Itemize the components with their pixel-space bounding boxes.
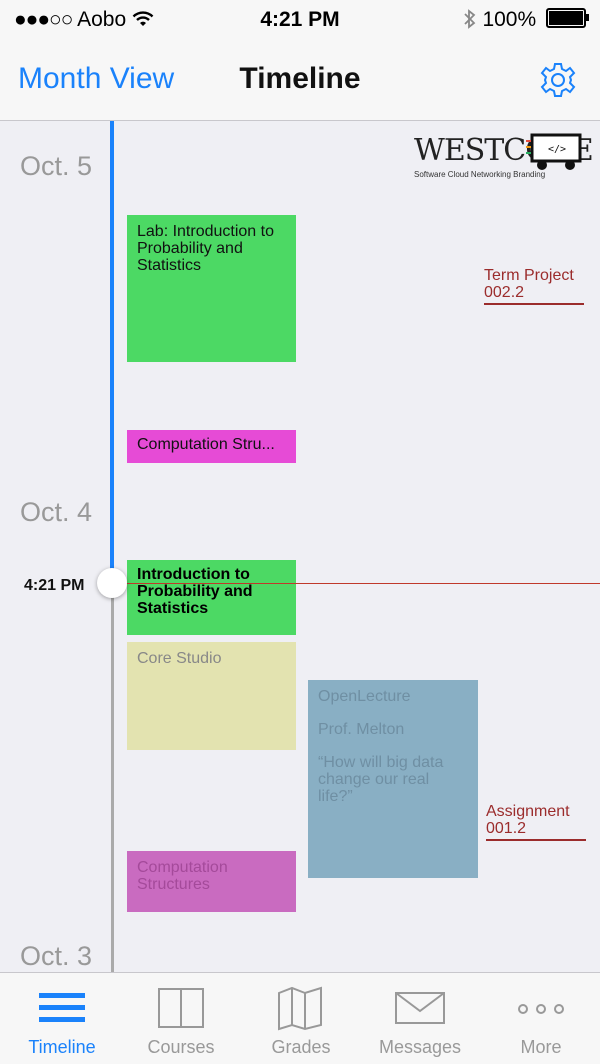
- list-icon: [39, 993, 85, 1022]
- map-icon: [278, 986, 322, 1031]
- navigation-bar: Month View Timeline: [0, 40, 600, 121]
- date-label-oct-3: Oct. 3: [20, 941, 93, 971]
- timeline-content[interactable]: WESTCODE </> Software Cloud Networking B…: [0, 121, 600, 972]
- truck-logo-icon: </>: [526, 133, 582, 170]
- svg-text:</>: </>: [548, 144, 566, 155]
- status-bar: ●●●○○ Aobo 4:21 PM 100%: [0, 0, 600, 40]
- more-dots-icon: [518, 1004, 564, 1014]
- event-computation-structures-short[interactable]: Computation Stru...: [127, 430, 296, 463]
- current-time-line: [112, 583, 600, 584]
- deadline-number: 002.2: [484, 284, 525, 301]
- tab-grades[interactable]: Grades: [241, 973, 361, 1064]
- westcode-logo: WESTCODE </> Software Cloud Networking B…: [414, 133, 594, 198]
- tab-messages[interactable]: Messages: [360, 973, 480, 1064]
- deadline-name: Assignment: [486, 803, 570, 820]
- tab-courses[interactable]: Courses: [121, 973, 241, 1064]
- bluetooth-icon: [463, 8, 483, 31]
- deadline-term-project[interactable]: Term Project 002.2: [484, 267, 584, 305]
- page-title: Timeline: [239, 62, 361, 95]
- deadline-name: Term Project: [484, 267, 574, 284]
- envelope-icon: [395, 992, 445, 1024]
- tab-more[interactable]: More: [481, 973, 600, 1064]
- timeline-axis-future: [111, 581, 114, 972]
- event-lab-probability[interactable]: Lab: Introduction to Probability and Sta…: [127, 215, 296, 362]
- deadline-assignment[interactable]: Assignment 001.2: [486, 803, 586, 841]
- tab-label: Timeline: [28, 1037, 96, 1057]
- tab-label: Messages: [378, 1037, 462, 1057]
- event-intro-probability[interactable]: Introduction to Probability and Statisti…: [127, 560, 296, 635]
- tab-label: Courses: [147, 1037, 215, 1057]
- lecture-speaker: Prof. Melton: [318, 721, 405, 738]
- lecture-topic: “How will big data change our real life?…: [318, 754, 444, 805]
- event-computation-structures[interactable]: Computation Structures: [127, 851, 296, 912]
- tab-label: More: [520, 1037, 562, 1057]
- current-time-label: 4:21 PM: [24, 577, 85, 594]
- event-core-studio[interactable]: Core Studio: [127, 642, 296, 750]
- tab-timeline[interactable]: Timeline: [2, 973, 122, 1064]
- status-right: 100%: [463, 8, 589, 32]
- tab-bar: Timeline Courses Grades Messages More: [0, 972, 600, 1064]
- book-icon: [158, 988, 204, 1028]
- date-label-oct-5: Oct. 5: [20, 151, 93, 181]
- current-time-marker[interactable]: [97, 568, 127, 598]
- event-open-lecture[interactable]: OpenLecture Prof. Melton “How will big d…: [308, 680, 478, 878]
- tab-label: Grades: [271, 1037, 331, 1057]
- deadline-number: 001.2: [486, 820, 527, 837]
- timeline-axis-past: [110, 121, 114, 581]
- gear-icon[interactable]: [538, 60, 578, 100]
- date-label-oct-4: Oct. 4: [20, 497, 93, 527]
- lecture-title: OpenLecture: [318, 688, 411, 705]
- battery-icon: [546, 8, 589, 28]
- battery-percent: 100%: [482, 8, 537, 31]
